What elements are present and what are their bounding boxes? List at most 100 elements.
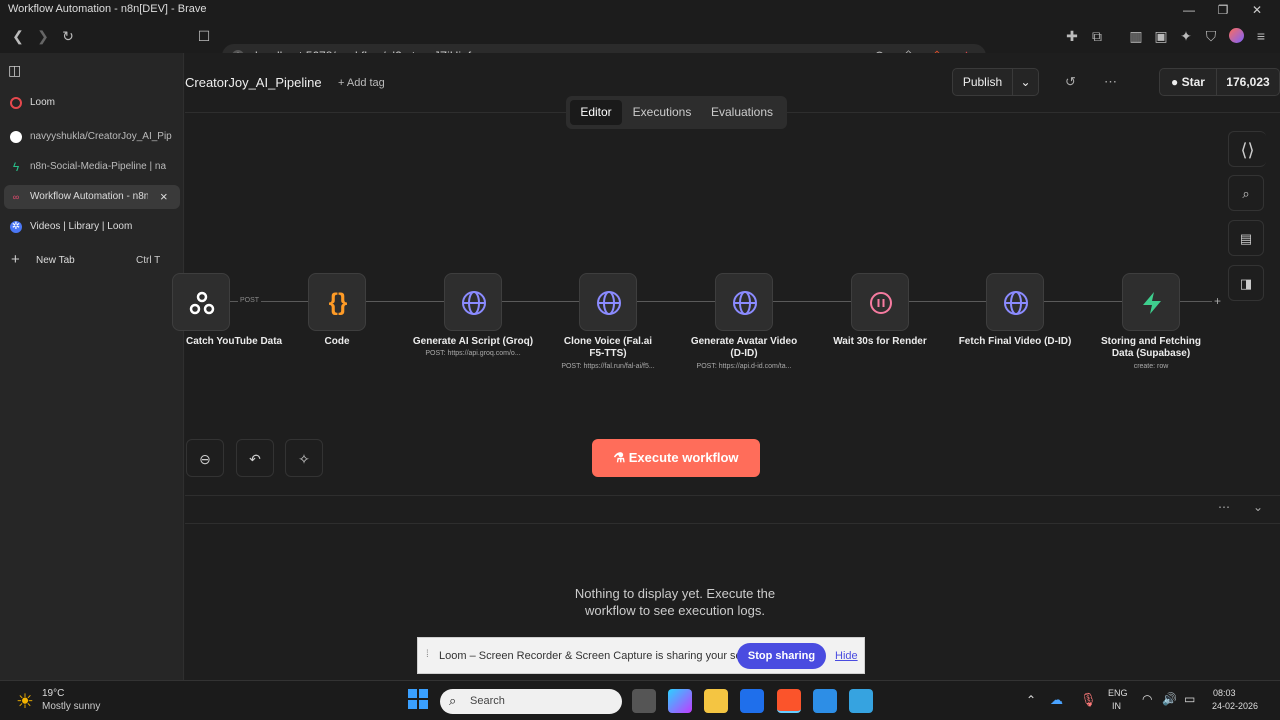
vpn-icon[interactable]: ⛉ [1199, 24, 1223, 48]
new-tab-button[interactable]: + New Tab Ctrl T [4, 249, 180, 273]
screenshot-icon[interactable]: ⧉ [1085, 24, 1109, 48]
close-window-icon[interactable]: ✕ [1240, 0, 1274, 20]
node-wait-30s[interactable] [851, 273, 909, 331]
close-tab-icon[interactable]: × [160, 189, 168, 204]
language-primary[interactable]: ENG [1108, 688, 1128, 698]
tab-loom-library[interactable]: ✲ Videos | Library | Loom [4, 215, 180, 239]
windows-start-icon[interactable] [408, 689, 428, 709]
node-subtitle: POST: https://fal.run/fal-ai/f5... [561, 363, 655, 370]
node-supabase[interactable] [1122, 273, 1180, 331]
collapse-sidebar-icon[interactable]: ◫ [8, 62, 21, 79]
node-label: Storing and Fetching Data (Supabase) [1101, 336, 1201, 359]
wallet-icon[interactable]: ▣ [1149, 24, 1173, 48]
notepad-icon[interactable] [849, 689, 873, 713]
more-options-icon[interactable]: ⋯ [1104, 74, 1117, 90]
workflow-canvas[interactable]: CreatorJoy_AI_Pipeline + Add tag Publish… [172, 53, 1280, 680]
chevron-down-icon[interactable]: ⌄ [1012, 68, 1039, 96]
panel-icon[interactable]: ◨ [1228, 265, 1264, 301]
tab-label: Loom [30, 97, 56, 108]
node-code[interactable]: {} [308, 273, 366, 331]
node-fetch-final-video[interactable] [986, 273, 1044, 331]
more-options-icon[interactable]: ⋯ [1218, 500, 1230, 514]
add-tag-button[interactable]: + Add tag [338, 77, 385, 89]
add-node-icon[interactable]: + [1214, 294, 1221, 308]
clock-time[interactable]: 08:03 [1213, 688, 1236, 698]
node-subtitle: POST: https://api.d-id.com/ta... [696, 363, 792, 370]
volume-icon[interactable]: 🔊 [1162, 692, 1177, 706]
bookmark-icon[interactable]: ☐ [192, 24, 216, 48]
node-clone-voice[interactable] [579, 273, 637, 331]
chevron-down-icon[interactable]: ⌄ [1253, 500, 1263, 514]
task-view-icon[interactable] [632, 689, 656, 713]
tab-evaluations[interactable]: Evaluations [702, 100, 782, 125]
workflow-name[interactable]: CreatorJoy_AI_Pipeline [185, 75, 322, 90]
tab-workflow-automation[interactable]: ∞ Workflow Automation - n8n × [4, 185, 180, 209]
sticky-note-icon[interactable]: ▤ [1228, 220, 1264, 256]
star-count: 176,023 [1216, 68, 1280, 96]
tidy-up-icon[interactable]: ✧ [285, 439, 323, 477]
node-generate-ai-script[interactable] [444, 273, 502, 331]
publish-button[interactable]: Publish [952, 68, 1013, 96]
bolt-icon: ϟ [12, 160, 20, 174]
connection-line [637, 301, 715, 302]
tab-editor[interactable]: Editor [570, 100, 622, 125]
node-catch-youtube-data[interactable] [172, 273, 230, 331]
restore-icon[interactable]: ❐ [1206, 0, 1240, 20]
battery-icon[interactable]: ▭ [1184, 692, 1195, 706]
minimize-icon[interactable]: — [1172, 0, 1206, 20]
connection-line [909, 301, 987, 302]
wifi-icon[interactable]: ◠ [1142, 692, 1152, 706]
tab-executions[interactable]: Executions [626, 100, 698, 125]
forward-icon[interactable]: ❯ [31, 24, 55, 48]
github-icon [10, 131, 22, 143]
flask-icon: ⚗ [613, 450, 626, 465]
tab-loom[interactable]: Loom [4, 91, 180, 115]
new-tab-label: New Tab [36, 255, 75, 266]
globe-icon [716, 274, 774, 332]
star-label: Star [1181, 75, 1205, 89]
weather-sun-icon[interactable]: ☀ [16, 689, 34, 714]
node-generate-avatar-video[interactable] [715, 273, 773, 331]
github-star-button[interactable]: ● Star [1159, 68, 1217, 96]
profile-avatar-icon[interactable] [1229, 28, 1244, 43]
taskbar-search[interactable]: ⌕ Search [440, 689, 622, 714]
file-explorer-icon[interactable] [704, 689, 728, 713]
zoom-out-icon[interactable]: ⊖ [186, 439, 224, 477]
tab-github[interactable]: navyyshukla/CreatorJoy_AI_Pipe [4, 125, 180, 149]
loom-sharing-bar: ⁞ Loom – Screen Recorder & Screen Captur… [417, 637, 865, 674]
stop-sharing-button[interactable]: Stop sharing [737, 643, 826, 669]
undo-icon[interactable]: ↶ [236, 439, 274, 477]
language-region[interactable]: IN [1112, 701, 1121, 711]
execute-workflow-button[interactable]: ⚗ Execute workflow [592, 439, 760, 477]
divider [185, 523, 1280, 524]
back-icon[interactable]: ❮ [6, 24, 30, 48]
search-icon[interactable]: ⌕ [1228, 175, 1264, 211]
copilot-icon[interactable] [668, 689, 692, 713]
node-label: Code [324, 336, 350, 347]
history-icon[interactable]: ↺ [1065, 74, 1076, 90]
menu-icon[interactable]: ≡ [1249, 24, 1273, 48]
leo-ai-icon[interactable]: ✦ [1174, 24, 1198, 48]
code-view-icon[interactable]: ⟨⟩ [1228, 131, 1266, 167]
extensions-icon[interactable]: ✚ [1060, 24, 1084, 48]
sidebar-toggle-icon[interactable]: ▥ [1124, 24, 1148, 48]
node-label: Catch YouTube Data [186, 336, 283, 347]
window-titlebar: Workflow Automation - n8n[DEV] - Brave —… [0, 0, 1280, 20]
drag-handle-icon[interactable]: ⁞ [426, 649, 429, 660]
loom-message: Loom – Screen Recorder & Screen Capture … [439, 650, 767, 662]
hide-link[interactable]: Hide [835, 650, 858, 662]
tray-chevron-icon[interactable]: ⌃ [1026, 693, 1036, 707]
brave-browser-icon[interactable] [777, 689, 801, 713]
tab-n8n-social[interactable]: ϟ n8n-Social-Media-Pipeline | na [4, 155, 180, 179]
onedrive-icon[interactable]: ☁ [1050, 692, 1063, 708]
pause-icon [852, 274, 910, 332]
app-icon[interactable] [740, 689, 764, 713]
clock-date[interactable]: 24-02-2026 [1212, 701, 1258, 711]
reload-icon[interactable]: ↻ [56, 24, 80, 48]
n8n-icon: ∞ [12, 192, 20, 202]
node-label: Fetch Final Video (D-ID) [958, 336, 1072, 347]
connection-line [1180, 301, 1212, 302]
microphone-icon[interactable]: 🎙 [1080, 692, 1097, 708]
tab-label: Workflow Automation - n8n [30, 191, 148, 202]
vscode-icon[interactable] [813, 689, 837, 713]
